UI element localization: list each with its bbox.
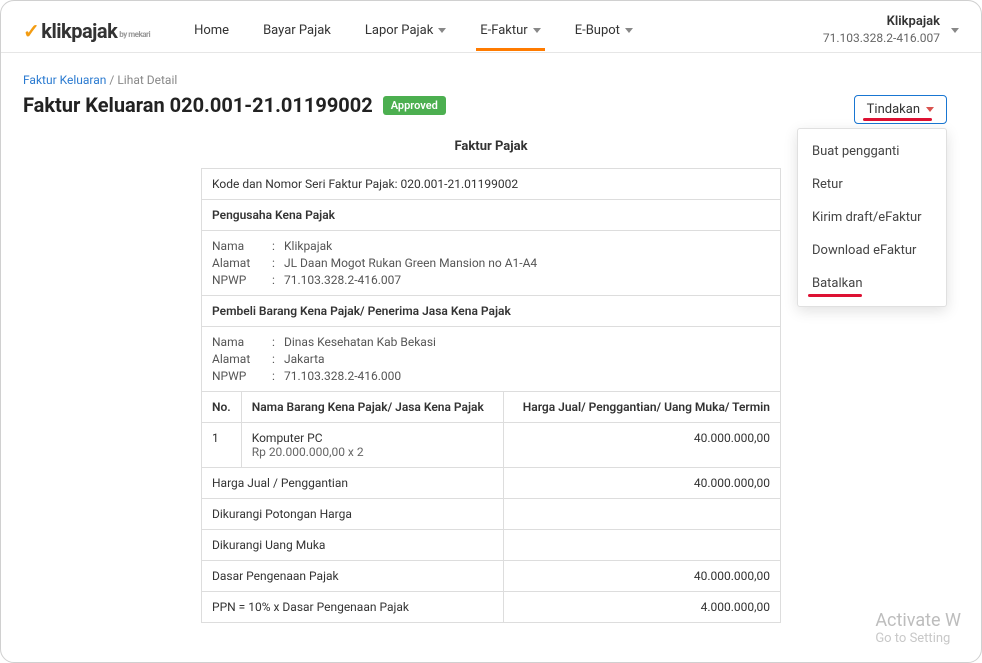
brand-logo: ✓ klikpajak by mekari [23,19,150,43]
nav-ebupot-label: E-Bupot [575,23,620,38]
table-row: 1 Komputer PC Rp 20.000.000,00 x 2 40.00… [202,423,781,468]
nav-ebupot[interactable]: E-Bupot [561,11,647,50]
top-nav: ✓ klikpajak by mekari Home Bayar Pajak L… [1,1,981,53]
chevron-down-icon [438,28,446,33]
col-price: Harga Jual/ Penggantian/ Uang Muka/ Term… [503,392,780,423]
user-name: Klikpajak [823,14,940,31]
menu-download-efaktur[interactable]: Download eFaktur [798,234,946,267]
windows-watermark: Activate W Go to Setting [875,610,961,646]
summary-row: Dasar Pengenaan Pajak40.000.000,00 [202,561,781,592]
menu-retur[interactable]: Retur [798,168,946,201]
buyer-section-head: Pembeli Barang Kena Pajak/ Penerima Jasa… [202,296,781,327]
menu-kirim-draft[interactable]: Kirim draft/eFaktur [798,201,946,234]
menu-batalkan[interactable]: Batalkan [798,267,946,300]
nav-links: Home Bayar Pajak Lapor Pajak E-Faktur E-… [180,11,647,50]
tindakan-button[interactable]: Tindakan [854,95,947,124]
nav-efaktur[interactable]: E-Faktur [466,11,554,50]
buyer-details: Nama:Dinas Kesehatan Kab Bekasi Alamat:J… [202,327,781,392]
faktur-document: Faktur Pajak Kode dan Nomor Seri Faktur … [201,139,781,623]
seller-section-head: Pengusaha Kena Pajak [202,200,781,231]
chevron-down-icon [926,107,934,112]
brand-subtitle: by mekari [119,30,150,39]
doc-heading: Faktur Pajak [201,139,781,154]
menu-buat-pengganti[interactable]: Buat pengganti [798,135,946,168]
chevron-down-icon [951,28,959,33]
serial-row: Kode dan Nomor Seri Faktur Pajak: 020.00… [202,169,781,200]
annotation-underline [808,294,862,297]
page-title: Faktur Keluaran 020.001-21.01199002 Appr… [23,93,959,117]
col-no: No. [202,392,242,423]
breadcrumb-current: Lihat Detail [117,73,177,87]
chevron-down-icon [625,28,633,33]
status-badge: Approved [383,96,446,115]
brand-name: klikpajak [41,19,117,43]
logo-check-icon: ✓ [23,19,39,43]
summary-row: Harga Jual / Penggantian40.000.000,00 [202,468,781,499]
nav-bayar-pajak[interactable]: Bayar Pajak [249,11,345,50]
tindakan-dropdown: Buat pengganti Retur Kirim draft/eFaktur… [797,128,947,307]
summary-row: Dikurangi Potongan Harga [202,499,781,530]
tindakan-label: Tindakan [867,102,920,117]
page-title-text: Faktur Keluaran 020.001-21.01199002 [23,93,373,117]
breadcrumb: Faktur Keluaran / Lihat Detail [23,73,959,87]
menu-batalkan-label: Batalkan [812,276,863,291]
summary-row: PPN = 10% x Dasar Pengenaan Pajak4.000.0… [202,592,781,623]
nav-lapor-pajak[interactable]: Lapor Pajak [351,11,460,50]
annotation-underline [863,118,932,121]
nav-lapor-label: Lapor Pajak [365,23,433,38]
nav-home[interactable]: Home [180,11,243,50]
col-item: Nama Barang Kena Pajak/ Jasa Kena Pajak [241,392,503,423]
breadcrumb-link[interactable]: Faktur Keluaran [23,73,106,87]
chevron-down-icon [533,28,541,33]
summary-row: Dikurangi Uang Muka [202,530,781,561]
nav-efaktur-label: E-Faktur [480,23,527,38]
user-npwp: 71.103.328.2-416.007 [823,31,940,47]
seller-details: Nama:Klikpajak Alamat:JL Daan Mogot Ruka… [202,231,781,296]
user-menu[interactable]: Klikpajak 71.103.328.2-416.007 [823,14,959,46]
